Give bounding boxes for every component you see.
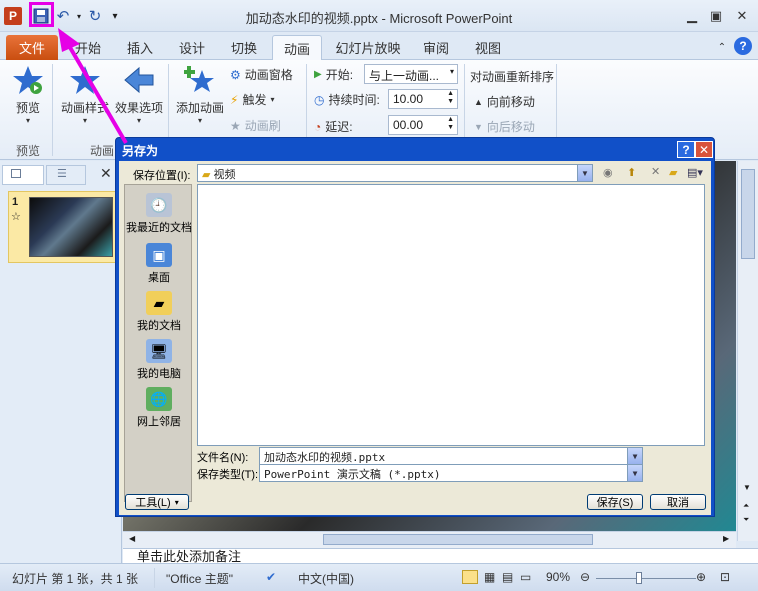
- annotation-arrow-icon: [58, 28, 128, 145]
